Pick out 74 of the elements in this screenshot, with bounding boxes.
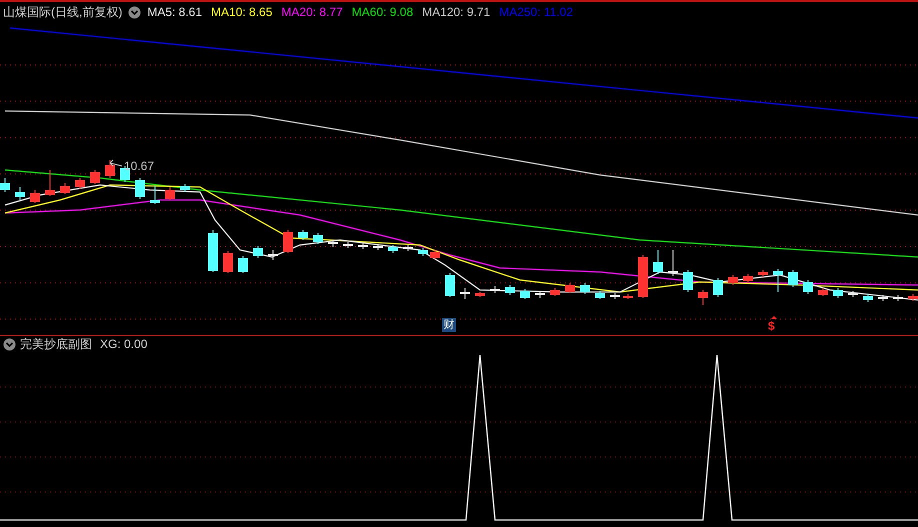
candlestick — [283, 230, 293, 254]
candlestick — [313, 232, 323, 244]
candlestick — [668, 250, 678, 276]
indicator-value: MA20: 8.77 — [281, 5, 343, 19]
leader-line — [110, 160, 122, 166]
high-price-label: 10.67 — [124, 159, 154, 173]
candlestick — [430, 250, 440, 260]
candlestick — [803, 280, 813, 294]
indicator-value: MA120: 9.71 — [422, 5, 490, 19]
candlestick — [268, 250, 278, 260]
candlestick — [580, 282, 590, 294]
candlestick — [208, 230, 218, 272]
candlestick — [878, 294, 888, 302]
candlestick — [0, 178, 10, 192]
dropdown-icon[interactable] — [128, 6, 142, 18]
candlestick — [373, 244, 383, 250]
candlestick — [298, 230, 308, 240]
indicator-title: 完美抄底副图 — [20, 336, 92, 352]
candlestick — [60, 182, 70, 194]
candlestick — [908, 294, 918, 302]
indicator-value: MA10: 8.65 — [211, 5, 272, 19]
candlestick — [638, 254, 648, 298]
stock-title: 山煤国际(日线,前复权) — [3, 4, 122, 20]
candlestick — [165, 186, 175, 200]
candlestick — [848, 290, 858, 298]
candlestick — [550, 288, 560, 296]
indicator-value: MA250: 11.02 — [499, 5, 574, 19]
candlestick — [150, 186, 160, 204]
candlestick — [105, 160, 115, 178]
candlestick — [180, 184, 190, 192]
candlestick — [223, 250, 233, 274]
candlestick — [758, 270, 768, 278]
candlestick — [653, 250, 663, 274]
candlestick — [45, 170, 55, 196]
candlestick — [238, 256, 248, 274]
candlestick — [743, 274, 753, 284]
candlestick — [818, 288, 828, 296]
candlestick — [595, 290, 605, 300]
candlestick — [683, 270, 693, 292]
indicator-value: MA5: 8.61 — [147, 5, 202, 19]
finance-marker[interactable]: 财 — [442, 318, 456, 332]
indicator-value: XG: 0.00 — [100, 337, 148, 351]
candlestick — [388, 244, 398, 254]
candlestick — [490, 286, 500, 294]
candlestick — [698, 290, 708, 306]
candlestick — [418, 248, 428, 256]
candlestick — [713, 278, 723, 298]
candlestick — [460, 288, 470, 300]
candlestick — [728, 274, 738, 286]
candlestick — [623, 294, 633, 300]
candlestick — [773, 268, 783, 292]
candlestick — [535, 290, 545, 298]
candlestick — [520, 288, 530, 300]
dropdown-icon[interactable] — [3, 338, 16, 350]
candlestick — [893, 294, 903, 302]
candlestick — [135, 178, 145, 200]
candlestick — [445, 272, 455, 298]
candlestick — [358, 242, 368, 250]
candlestick — [30, 190, 40, 204]
candlestick — [505, 284, 515, 296]
candlestick — [863, 294, 873, 302]
candlestick — [328, 240, 338, 248]
candlestick — [90, 170, 100, 184]
candlestick — [403, 244, 413, 252]
candlestick — [75, 178, 85, 190]
candlestick — [343, 242, 353, 248]
candlestick — [565, 282, 575, 294]
candlestick — [610, 292, 620, 300]
candlestick — [833, 288, 843, 298]
candlestick — [788, 270, 798, 288]
candlestick — [475, 292, 485, 298]
indicator-value: MA60: 9.08 — [352, 5, 414, 19]
candlestick — [15, 186, 25, 200]
candlestick — [253, 246, 263, 258]
